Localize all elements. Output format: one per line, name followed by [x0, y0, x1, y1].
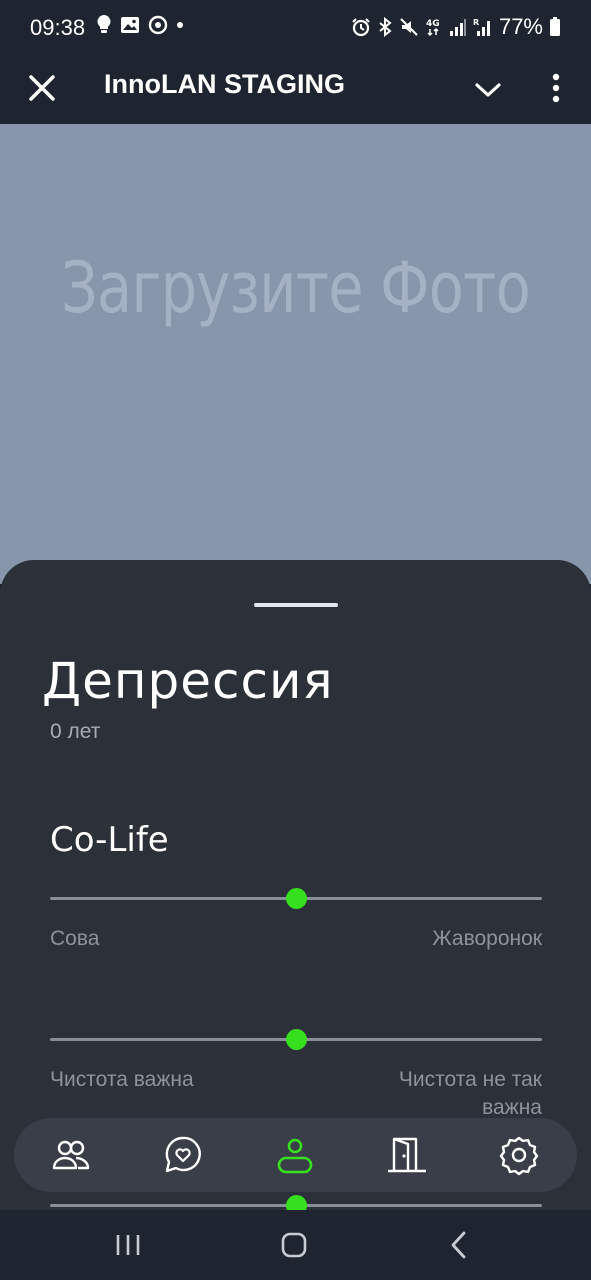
colife-section-title: Co-Life	[50, 820, 169, 860]
photo-placeholder-text: Загрузите Фото	[61, 247, 531, 329]
more-vertical-icon[interactable]	[536, 68, 576, 108]
close-icon[interactable]	[22, 68, 62, 108]
app-title: InnoLAN STAGING	[104, 69, 345, 99]
svg-text:R: R	[473, 18, 479, 27]
profile-icon[interactable]	[274, 1134, 316, 1176]
status-bar: 09:38 4G R 77%	[0, 0, 591, 56]
system-navigation-bar	[0, 1210, 591, 1280]
profile-name: Депрессия	[42, 652, 334, 710]
4g-icon: 4G	[426, 19, 440, 37]
slider-left-label: Сова	[50, 927, 100, 950]
slider-right-label: Жаворонок	[432, 927, 542, 950]
status-system-icons: 4G R 77%	[351, 14, 561, 40]
slider-thumb[interactable]	[286, 888, 307, 909]
slider-thumb[interactable]	[286, 1029, 307, 1050]
photo-upload-area[interactable]	[0, 124, 591, 584]
signal-r-icon: R	[473, 18, 490, 36]
recents-icon[interactable]	[108, 1228, 148, 1262]
signal-icon	[449, 19, 466, 36]
slider-right-label: Чистота не так важна	[398, 1068, 542, 1119]
app-bar: InnoLAN STAGING	[0, 56, 591, 124]
colife-slider-cleanliness[interactable]	[50, 1028, 542, 1052]
battery-icon	[550, 17, 560, 36]
alarm-icon	[352, 18, 370, 37]
mute-icon	[400, 18, 418, 36]
door-icon[interactable]	[386, 1134, 428, 1176]
colife-slider-owl-lark[interactable]	[50, 887, 542, 911]
dot-icon	[177, 22, 183, 28]
slider-left-label: Чистота важна	[50, 1068, 194, 1091]
chevron-down-icon[interactable]	[468, 70, 508, 110]
svg-text:4G: 4G	[426, 19, 440, 29]
heart-chat-icon[interactable]	[162, 1134, 204, 1176]
status-time: 09:38	[30, 15, 86, 40]
people-icon[interactable]	[50, 1134, 92, 1176]
status-notification-icons	[96, 14, 184, 36]
settings-icon[interactable]	[498, 1134, 540, 1176]
bottom-navigation	[14, 1118, 577, 1192]
bulb-icon	[97, 15, 111, 33]
sync-icon	[148, 15, 168, 35]
sheet-drag-handle[interactable]	[254, 603, 338, 607]
image-icon	[121, 17, 139, 33]
profile-age: 0 лет	[50, 720, 101, 743]
back-icon[interactable]	[440, 1228, 480, 1262]
home-icon[interactable]	[274, 1228, 314, 1262]
battery-percent: 77%	[498, 14, 543, 39]
bluetooth-icon	[379, 17, 392, 37]
